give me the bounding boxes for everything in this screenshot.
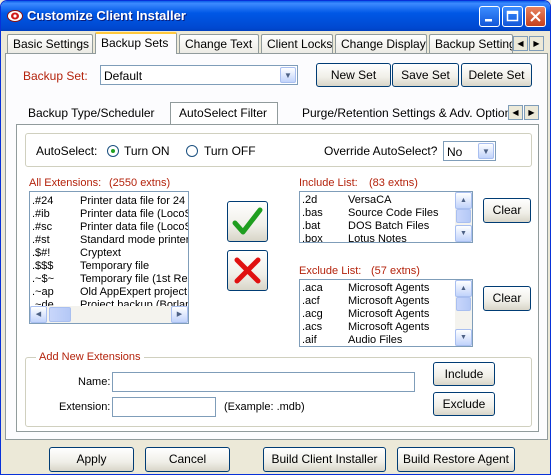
include-list-scrollbar[interactable]: ▲ ▼ <box>455 192 472 242</box>
all-extensions-list[interactable]: .#24 Printer data file for 24 p .#ib Print… <box>29 191 189 324</box>
tab-change-text[interactable]: Change Text <box>179 34 259 53</box>
cancel-button[interactable]: Cancel <box>145 447 230 472</box>
main-tabs: Basic Settings Backup Sets Change Text C… <box>5 32 548 54</box>
extension-input[interactable] <box>112 397 216 417</box>
all-extensions-hscrollbar[interactable]: ◀ ▶ <box>30 306 188 323</box>
tab-change-display[interactable]: Change Display <box>335 34 427 53</box>
add-new-extensions-group: Add New Extensions Name: Extension: (Exa… <box>25 351 532 427</box>
build-client-installer-button[interactable]: Build Client Installer <box>263 447 386 472</box>
subtab-backup-type[interactable]: Backup Type/Scheduler <box>28 102 155 124</box>
arrow-left-icon: ◀ <box>517 39 524 48</box>
chevron-down-icon: ▼ <box>478 143 494 159</box>
arrow-right-icon: ▶ <box>528 108 535 117</box>
add-to-include-button[interactable] <box>227 201 268 242</box>
tab-basic-settings[interactable]: Basic Settings <box>7 34 93 53</box>
turn-on-radio[interactable] <box>107 145 119 157</box>
scroll-thumb[interactable] <box>49 307 71 322</box>
close-button[interactable] <box>525 6 546 27</box>
autoselect-filter-panel: AutoSelect: Turn ON Turn OFF Override Au… <box>16 124 539 432</box>
scroll-thumb[interactable] <box>456 209 471 223</box>
name-input[interactable] <box>112 372 415 392</box>
apply-button[interactable]: Apply <box>49 447 134 472</box>
subtab-purge-retention[interactable]: Purge/Retention Settings & Adv. Options <box>302 102 517 124</box>
subtab-autoselect-filter[interactable]: AutoSelect Filter <box>170 102 278 124</box>
app-eye-icon <box>7 10 23 22</box>
title-bar[interactable]: Customize Client Installer <box>1 1 550 31</box>
customize-client-installer-window: Customize Client Installer Basic Setting… <box>0 0 551 475</box>
arrow-up-icon[interactable]: ▲ <box>455 280 472 297</box>
exclude-list[interactable]: .aca Microsoft Agents .acf Microsoft Agent… <box>299 279 473 347</box>
minimize-button[interactable] <box>479 6 500 27</box>
autoselect-group: AutoSelect: Turn ON Turn OFF Override Au… <box>25 133 532 167</box>
tab-backup-settings[interactable]: Backup Settings <box>429 34 513 53</box>
extension-label: Extension: <box>59 401 111 413</box>
backup-set-label: Backup Set: <box>23 69 88 83</box>
arrow-right-icon[interactable]: ▶ <box>171 306 188 323</box>
arrow-left-icon: ◀ <box>512 108 519 117</box>
extension-example: (Example: .mdb) <box>224 401 305 413</box>
close-icon <box>530 11 541 22</box>
arrow-down-icon[interactable]: ▼ <box>455 225 472 242</box>
subtabs-scroll-left[interactable]: ◀ <box>508 105 523 120</box>
name-label: Name: <box>78 376 111 388</box>
turn-on-label[interactable]: Turn ON <box>124 144 170 158</box>
maximize-button[interactable] <box>502 6 523 27</box>
window-title: Customize Client Installer <box>27 8 186 23</box>
build-restore-agent-button[interactable]: Build Restore Agent <box>397 447 515 472</box>
exclude-list-count: (57 extns) <box>371 265 420 277</box>
backup-sets-panel: Backup Set: Default ▼ New Set Save Set D… <box>5 53 548 440</box>
subtabs-scroll-right[interactable]: ▶ <box>524 105 539 120</box>
turn-off-radio[interactable] <box>186 145 198 157</box>
turn-off-label[interactable]: Turn OFF <box>204 144 256 158</box>
add-to-exclude-button[interactable] <box>227 250 268 291</box>
delete-set-button[interactable]: Delete Set <box>461 63 532 87</box>
arrow-right-icon: ▶ <box>533 39 540 48</box>
override-autoselect-label: Override AutoSelect? <box>324 144 438 158</box>
exclude-list-scrollbar[interactable]: ▲ ▼ <box>455 280 472 346</box>
tabs-scroll-right[interactable]: ▶ <box>529 36 544 51</box>
include-list-count: (83 extns) <box>369 177 418 189</box>
override-autoselect-value: No <box>447 145 463 159</box>
backup-set-value: Default <box>104 69 143 83</box>
arrow-up-icon[interactable]: ▲ <box>455 192 472 209</box>
new-set-button[interactable]: New Set <box>316 63 391 87</box>
arrow-left-icon[interactable]: ◀ <box>30 306 47 323</box>
maximize-icon <box>506 10 519 22</box>
exclude-button[interactable]: Exclude <box>433 392 495 416</box>
exclude-clear-button[interactable]: Clear <box>483 286 531 311</box>
cross-icon <box>234 257 261 284</box>
override-autoselect-dropdown[interactable]: No ▼ <box>443 141 496 161</box>
exclude-list-label: Exclude List: <box>299 265 362 277</box>
arrow-down-icon[interactable]: ▼ <box>455 329 472 346</box>
autoselect-label: AutoSelect: <box>36 144 98 158</box>
all-extensions-count: (2550 extns) <box>109 177 171 189</box>
include-clear-button[interactable]: Clear <box>483 198 531 223</box>
include-button[interactable]: Include <box>433 362 495 386</box>
scroll-thumb[interactable] <box>456 297 471 311</box>
checkmark-icon <box>232 207 263 235</box>
tab-backup-sets[interactable]: Backup Sets <box>95 32 177 54</box>
include-list[interactable]: .2d VersaCA .bas Source Code Files .bat DOS… <box>299 191 473 243</box>
save-set-button[interactable]: Save Set <box>392 63 459 87</box>
tab-client-locks[interactable]: Client Locks <box>261 34 333 53</box>
add-new-extensions-title: Add New Extensions <box>36 351 144 363</box>
tabs-scroll-left[interactable]: ◀ <box>513 36 528 51</box>
minimize-icon <box>485 19 492 22</box>
backup-set-dropdown[interactable]: Default ▼ <box>100 65 298 85</box>
chevron-down-icon: ▼ <box>280 67 296 83</box>
include-list-label: Include List: <box>299 177 358 189</box>
all-extensions-label: All Extensions: <box>29 177 102 189</box>
